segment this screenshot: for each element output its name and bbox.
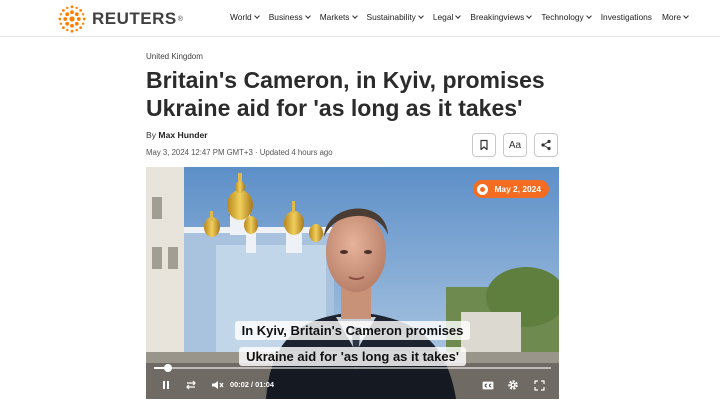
nav-item-label: Markets xyxy=(319,12,350,22)
nav-item-legal[interactable]: Legal xyxy=(432,12,462,22)
replay-button[interactable] xyxy=(184,379,198,391)
chevron-down-icon xyxy=(253,13,260,19)
video-controls: 00:02 / 01:04 xyxy=(146,363,559,399)
bookmark-button[interactable] xyxy=(472,133,496,157)
nav-item-business[interactable]: Business xyxy=(268,12,311,22)
nav-item-label: Investigations xyxy=(600,12,652,22)
current-time: 00:02 xyxy=(230,380,249,389)
nav-item-label: Sustainability xyxy=(366,12,416,22)
site-header: REUTERS ® World Business Markets Sustainabil… xyxy=(0,0,720,37)
chevron-down-icon xyxy=(526,13,533,19)
logo-registered-mark: ® xyxy=(177,15,183,23)
article-tools: Aa xyxy=(472,133,565,157)
nav-item-world[interactable]: World xyxy=(230,12,260,22)
nav-item-label: World xyxy=(230,12,252,22)
clock-icon xyxy=(477,183,489,195)
reuters-logo-icon xyxy=(58,5,86,33)
video-date-label: May 2, 2024 xyxy=(494,184,541,194)
reuters-logo[interactable]: REUTERS ® xyxy=(58,5,183,33)
nav-item-markets[interactable]: Markets xyxy=(319,12,358,22)
nav-item-sustainability[interactable]: Sustainability xyxy=(366,12,424,22)
volume-muted-icon xyxy=(211,381,223,389)
byline: By Max Hunder xyxy=(146,130,208,140)
nav-item-label: Breakingviews xyxy=(470,12,525,22)
nav-item-technology[interactable]: Technology xyxy=(541,12,592,22)
byline-prefix: By xyxy=(146,130,157,140)
article-headline: Britain's Cameron, in Kyiv, promises Ukr… xyxy=(146,67,545,121)
duration: 01:04 xyxy=(255,380,274,389)
nav-item-label: Business xyxy=(268,12,303,22)
gear-icon xyxy=(508,380,518,390)
dateline: May 3, 2024 12:47 PM GMT+3 · Updated 4 h… xyxy=(146,148,333,157)
chevron-down-icon xyxy=(683,13,689,19)
mute-button[interactable] xyxy=(210,379,224,391)
chevron-down-icon xyxy=(304,13,311,19)
loop-icon xyxy=(186,380,196,390)
nav-item-label: Legal xyxy=(432,12,454,22)
logo-text: REUTERS xyxy=(92,9,177,28)
video-player[interactable]: May 2, 2024 In Kyiv, Britain's Cameron p… xyxy=(146,167,559,399)
bookmark-icon xyxy=(480,139,488,151)
font-size-label: Aa xyxy=(508,139,522,151)
captions-icon xyxy=(482,381,494,389)
nav-item-investigations[interactable]: Investigations xyxy=(601,12,652,22)
time-separator: / xyxy=(250,380,254,389)
time-display: 00:02 / 01:04 xyxy=(230,380,274,389)
fullscreen-button[interactable] xyxy=(532,379,546,391)
caption-line-1: In Kyiv, Britain's Cameron promises xyxy=(146,321,559,340)
author-link[interactable]: Max Hunder xyxy=(158,130,207,140)
pause-button[interactable] xyxy=(160,379,172,391)
progress-knob[interactable] xyxy=(163,364,172,372)
chevron-down-icon xyxy=(585,13,592,19)
chevron-down-icon xyxy=(418,13,424,19)
nav-item-label: More xyxy=(661,12,682,22)
chevron-down-icon xyxy=(351,13,358,19)
nav-item-more[interactable]: More xyxy=(661,12,689,22)
pause-icon xyxy=(163,381,169,389)
share-button[interactable] xyxy=(534,133,558,157)
section-kicker[interactable]: United Kingdom xyxy=(146,52,203,61)
nav-item-breakingviews[interactable]: Breakingviews xyxy=(470,12,533,22)
captions-button[interactable] xyxy=(481,379,495,391)
share-icon xyxy=(541,139,551,151)
main-nav: World Business Markets Sustainability Legal B… xyxy=(230,12,698,22)
font-size-button[interactable]: Aa xyxy=(503,133,527,157)
video-date-badge: May 2, 2024 xyxy=(473,180,549,198)
progress-bar[interactable] xyxy=(154,364,551,372)
fullscreen-icon xyxy=(533,379,545,391)
nav-item-label: Technology xyxy=(541,12,584,22)
settings-button[interactable] xyxy=(506,379,520,391)
chevron-down-icon xyxy=(455,13,462,19)
